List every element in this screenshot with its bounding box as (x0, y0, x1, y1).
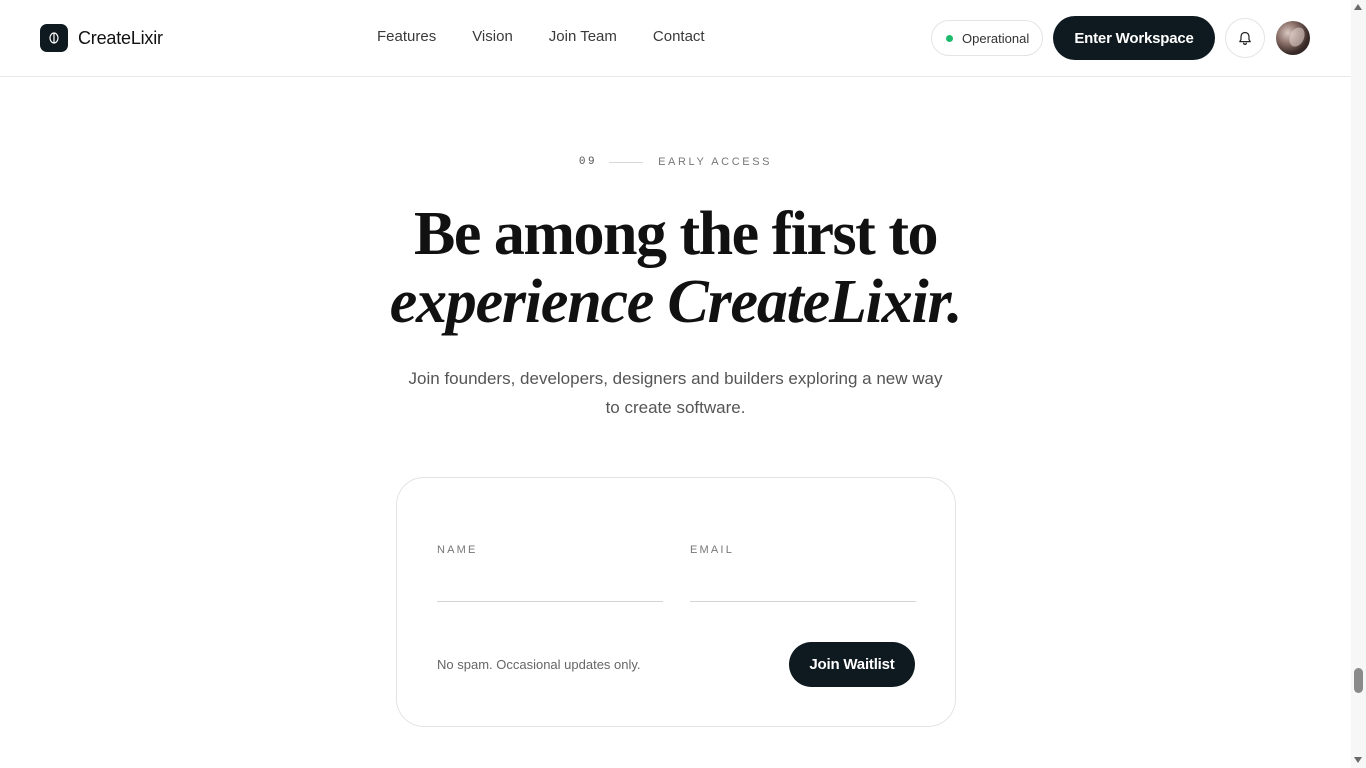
email-field-group: EMAIL (690, 544, 916, 602)
waitlist-form-card: NAME EMAIL No spam. Occasional updates o… (396, 477, 956, 727)
headline-line-1: Be among the first to (414, 200, 938, 268)
status-dot-icon (946, 34, 953, 42)
email-field[interactable] (690, 562, 916, 602)
email-label: EMAIL (690, 544, 735, 556)
scroll-up-icon[interactable] (1354, 4, 1362, 10)
page-title: Be among the first to experience CreateL… (0, 200, 1351, 336)
user-avatar[interactable] (1276, 21, 1310, 55)
nav-join-team[interactable]: Join Team (549, 28, 617, 45)
nav-contact[interactable]: Contact (653, 28, 705, 45)
section-subtext: Join founders, developers, designers and… (408, 369, 943, 417)
scroll-down-icon[interactable] (1354, 757, 1362, 763)
name-label: NAME (437, 544, 478, 556)
main-nav: Features Vision Join Team Contact (377, 28, 705, 45)
logo-mark-icon (40, 24, 68, 52)
page-scrollbar[interactable] (1351, 0, 1366, 768)
section-number: 09 (578, 156, 598, 168)
name-field[interactable] (437, 562, 663, 602)
privacy-note: No spam. Occasional updates only. (437, 657, 641, 672)
notifications-button[interactable] (1225, 18, 1265, 58)
nav-features[interactable]: Features (377, 28, 436, 45)
headline-line-2: experience CreateLixir. (389, 268, 963, 336)
eyebrow-divider (609, 161, 644, 163)
brand-logo[interactable]: CreateLixir (40, 24, 163, 52)
top-header: CreateLixir Features Vision Join Team Co… (0, 0, 1351, 77)
bell-icon (1239, 31, 1251, 45)
brand-name: CreateLixir (78, 27, 163, 48)
nav-vision[interactable]: Vision (472, 28, 513, 45)
scroll-thumb[interactable] (1354, 668, 1363, 693)
enter-workspace-button[interactable]: Enter Workspace (1053, 16, 1215, 60)
section-label: EARLY ACCESS (658, 156, 773, 168)
status-badge: Operational (931, 20, 1043, 56)
section-eyebrow: 09 EARLY ACCESS (0, 156, 1351, 168)
status-text: Operational (962, 30, 1030, 46)
name-field-group: NAME (437, 544, 663, 602)
join-waitlist-button[interactable]: Join Waitlist (789, 642, 915, 687)
